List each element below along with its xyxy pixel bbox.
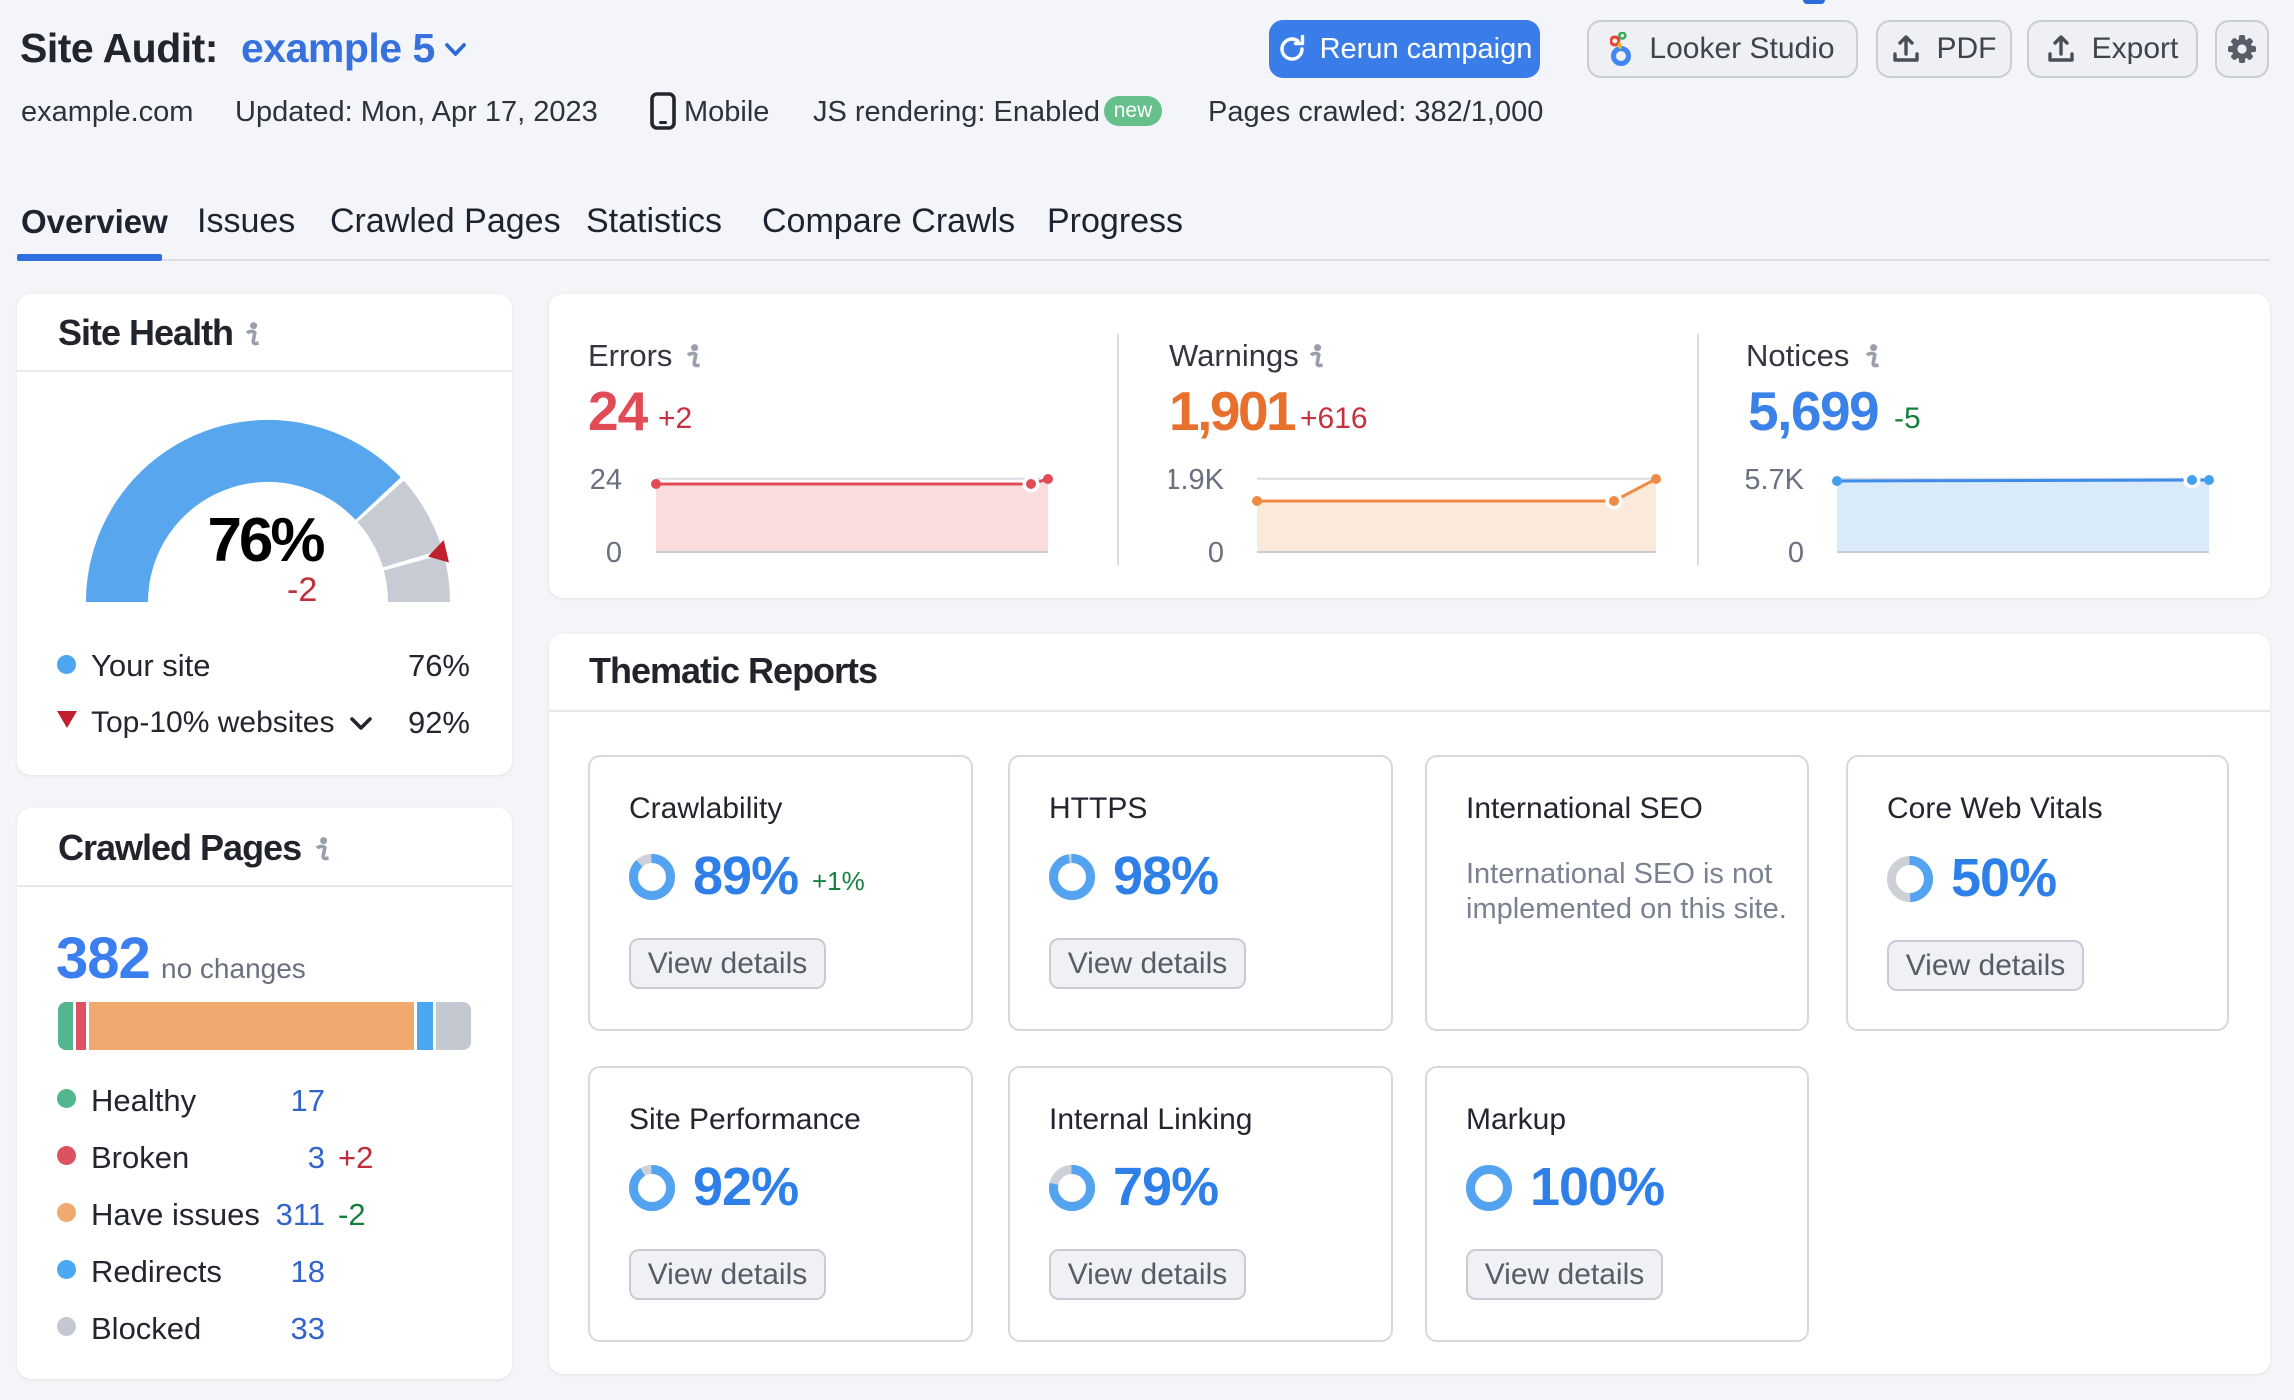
svg-text:5.7K: 5.7K: [1746, 464, 1805, 496]
svg-text:0: 0: [1208, 537, 1224, 569]
svg-text:0: 0: [606, 537, 622, 569]
svg-text:1.9K: 1.9K: [1169, 464, 1225, 496]
svg-text:0: 0: [1788, 537, 1804, 569]
svg-text:24: 24: [590, 464, 622, 496]
